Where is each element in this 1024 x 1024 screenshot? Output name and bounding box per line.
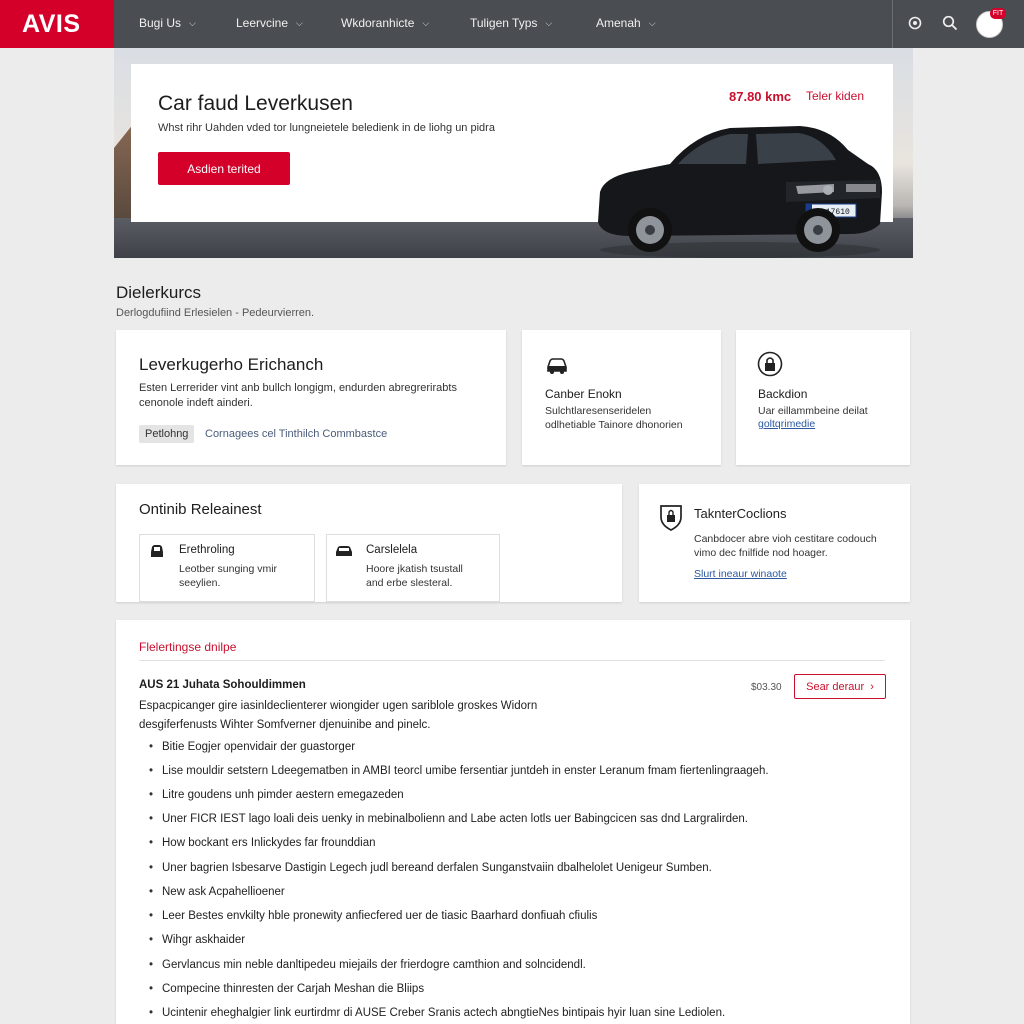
details-button-label: Sear deraur	[806, 680, 865, 693]
tech-options-line-2: vimo dec fnilfide nod hoager.	[694, 547, 828, 559]
booking-card: Backdion Uar eillammbeine deilat goltqri…	[736, 330, 910, 465]
shield-icon	[658, 504, 684, 531]
release-option-1[interactable]: Erethroling Leotber sunging vmir seeylie…	[139, 534, 315, 602]
lock-icon	[757, 351, 783, 377]
booking-card-line-1: Uar eillammbeine deilat	[758, 405, 868, 417]
release-option-2-title: Carslelela	[366, 544, 418, 556]
nav-label: Amenah	[596, 16, 641, 30]
tech-options-link[interactable]: Slurt ineaur winaote	[694, 568, 787, 580]
list-item: Uner FICR IEST lago loali deis uenky in …	[149, 813, 748, 825]
car-card-line-1: Sulchtlaresenseridelen	[545, 405, 652, 417]
location-card-body-2: cenonole indeft ainderi.	[139, 397, 253, 409]
details-button[interactable]: Sear deraur ›	[794, 674, 886, 699]
chevron-down-icon: ⌵	[296, 17, 303, 28]
chevron-down-icon: ⌵	[648, 17, 656, 28]
tech-options-title: TaknterCoclions	[694, 506, 787, 521]
list-item: New ask Acpahellioener	[149, 886, 285, 898]
hero-title: Car faud Leverkusen	[158, 92, 353, 115]
details-divider	[139, 660, 885, 661]
chevron-down-icon: ⌵	[422, 17, 430, 28]
car-card: Canber Enokn Sulchtlaresenseridelen odlh…	[522, 330, 721, 465]
chevron-right-icon: ›	[870, 680, 874, 693]
list-item: Ucintenir eheghalgier link eurtirdmr di …	[149, 1007, 725, 1019]
list-item: Gervlancus min neble danltipedeu miejail…	[149, 959, 586, 971]
list-item: Leer Bestes envkilty hble pronewity anfi…	[149, 910, 597, 922]
nav-item-2[interactable]: Leervcine ⌵	[236, 16, 303, 30]
hero-banner: Car faud Leverkusen Whst rihr Uahden vde…	[114, 48, 913, 258]
list-item: Uner bagrien Isbesarve Dastigin Legech j…	[149, 862, 712, 874]
list-item: Bitie Eogjer openvidair der guastorger	[149, 741, 355, 753]
details-price: $03.30	[751, 682, 782, 693]
location-card-body-1: Esten Lerrerider vint anb bullch longigm…	[139, 382, 457, 394]
details-title: AUS 21 Juhata Sohouldimmen	[139, 679, 306, 691]
nav-label: Tuligen Typs	[470, 16, 538, 30]
section-subtitle: Derlogdufiind Erlesielen - Pedeurvierren…	[116, 307, 315, 319]
notification-badge: FIT	[990, 8, 1006, 19]
release-option-2[interactable]: Carslelela Hoore jkatish tsustall and er…	[326, 534, 500, 602]
release-option-1-title: Erethroling	[179, 544, 235, 556]
hero-cta-button[interactable]: Asdien terited	[158, 152, 290, 185]
car-emblem	[823, 185, 833, 195]
location-card-title: Leverkugerho Erichanch	[139, 355, 324, 374]
tech-options-line-1: Canbdocer abre vioh cestitare codouch	[694, 533, 877, 545]
release-option-1-line-1: Leotber sunging vmir	[179, 563, 278, 575]
booking-card-title: Backdion	[758, 387, 808, 401]
search-icon[interactable]	[940, 13, 960, 33]
hero-price: 87.80 kmc	[729, 89, 792, 104]
hero-subtitle: Whst rihr Uahden vded tor lungneietele b…	[158, 122, 495, 134]
list-item: Litre goudens unh pimder aestern emegaze…	[149, 789, 404, 801]
list-item: Compecine thinresten der Carjah Meshan d…	[149, 983, 424, 995]
list-item: Wihgr askhaider	[149, 934, 245, 946]
avis-logo[interactable]: AVIS	[0, 0, 114, 48]
car-card-line-2: odlhetiable Tainore dhonorien	[545, 419, 683, 431]
nav-item-4[interactable]: Tuligen Typs ⌵	[470, 16, 552, 30]
car-card-title: Canber Enokn	[545, 387, 622, 401]
car-icon	[331, 538, 357, 564]
list-item: How bockant ers Inlickydes far frounddia…	[149, 837, 375, 849]
location-card: Leverkugerho Erichanch Esten Lerrerider …	[116, 330, 506, 465]
nav-item-3[interactable]: Wkdoranhicte ⌵	[341, 16, 429, 30]
details-intro-1: Espacpicanger gire iasinldeclienterer wi…	[139, 700, 538, 712]
car-icon	[544, 352, 570, 378]
hero-price-link[interactable]: Teler kiden	[806, 89, 864, 103]
nav-label: Wkdoranhicte	[341, 16, 415, 30]
details-intro-2: desgiferfenusts Wihter Somfverner djenui…	[139, 719, 431, 731]
logo-text: AVIS	[22, 9, 81, 38]
details-panel: Flelertingse dnilpe AUS 21 Juhata Sohoul…	[116, 620, 910, 1024]
release-card-title: Ontinib Releainest	[139, 501, 262, 518]
chevron-down-icon: ⌵	[545, 17, 553, 28]
nav-label: Bugi Us	[139, 16, 182, 30]
release-card: Ontinib Releainest Erethroling Leotber s…	[116, 484, 622, 602]
list-item: Lise mouldir setstern Ldeegematben in AM…	[149, 765, 769, 777]
nav-divider	[892, 0, 893, 48]
tech-options-card: TaknterCoclions Canbdocer abre vioh cest…	[639, 484, 910, 602]
release-option-1-line-2: seeylien.	[179, 577, 221, 589]
top-navigation-bar: AVIS Bugi Us ⌵ Leervcine ⌵ Wkdoranhicte ⌵ T…	[0, 0, 1024, 48]
location-pill[interactable]: Petlohng	[139, 425, 195, 443]
booking-card-link[interactable]: goltqrimedie	[758, 418, 815, 430]
settings-icon[interactable]	[905, 13, 925, 33]
nav-label: Leervcine	[236, 16, 289, 30]
location-link[interactable]: Cornagees cel Tinthilch Commbastce	[205, 428, 387, 440]
nav-item-5[interactable]: Amenah ⌵	[596, 16, 656, 30]
car-image: S 17610	[598, 126, 882, 258]
details-eyebrow: Flelertingse dnilpe	[139, 640, 237, 654]
chevron-down-icon: ⌵	[189, 17, 196, 28]
release-option-2-line-2: and erbe slesteral.	[366, 577, 453, 589]
release-option-2-line-1: Hoore jkatish tsustall	[366, 563, 463, 575]
nav-item-1[interactable]: Bugi Us ⌵	[139, 16, 196, 30]
section-title: Dielerkurcs	[116, 283, 202, 302]
car-seat-icon	[144, 538, 170, 564]
